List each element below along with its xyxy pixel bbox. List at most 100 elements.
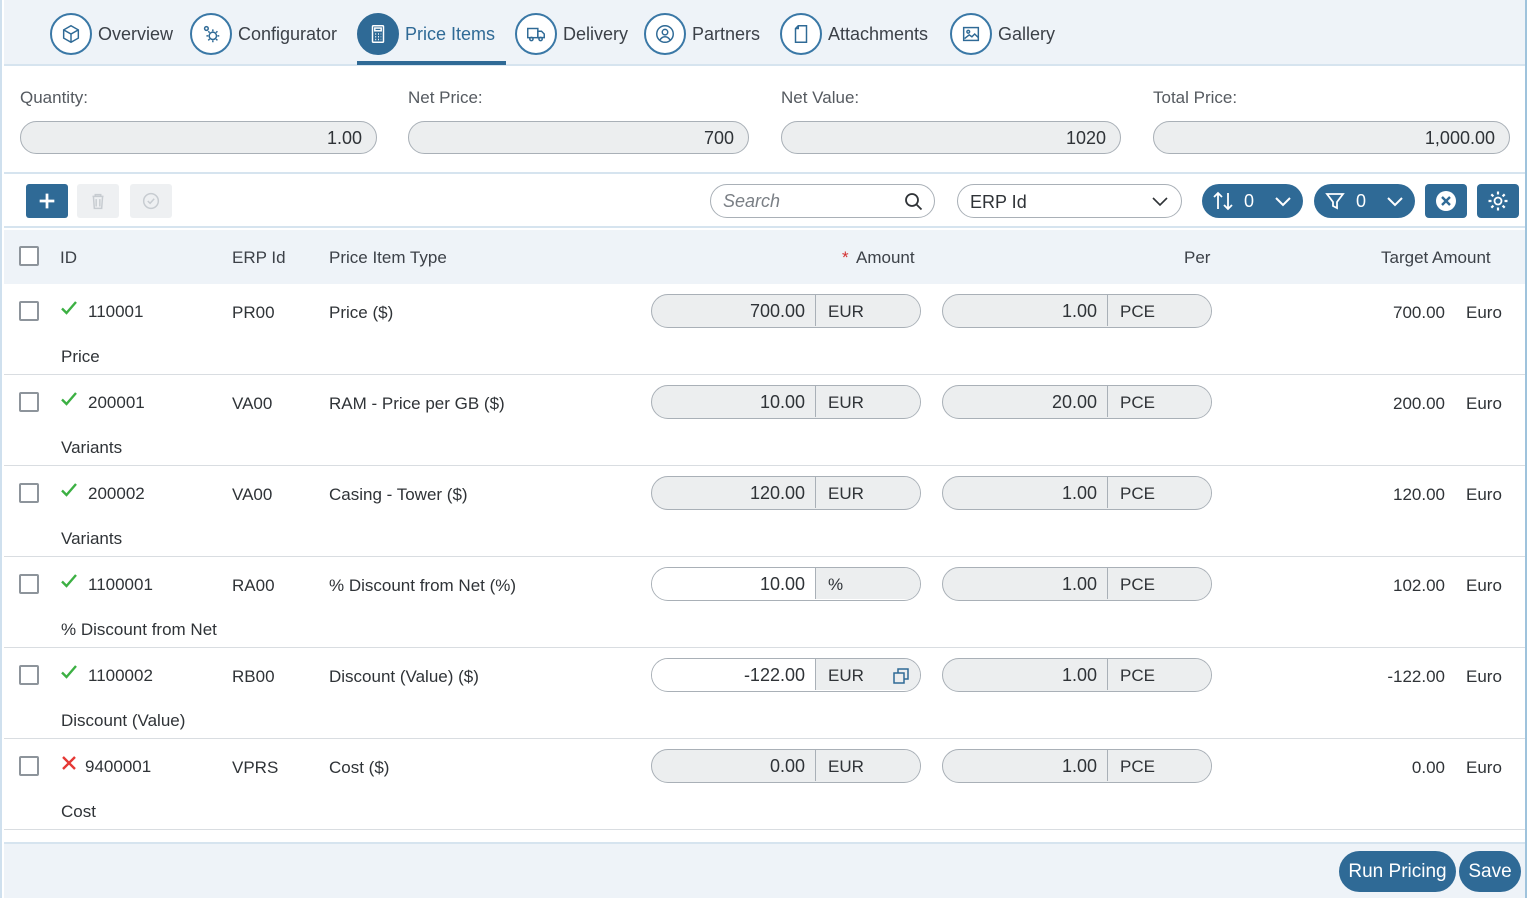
tab-attachments[interactable]: Attachments <box>780 13 928 55</box>
row-checkbox[interactable] <box>19 665 39 685</box>
row-checkbox[interactable] <box>19 301 39 321</box>
row-category: Variants <box>61 438 123 457</box>
quantity-label: Quantity: <box>20 88 89 107</box>
amount-value[interactable]: 10.00 <box>652 568 816 599</box>
row-checkbox[interactable] <box>19 756 39 776</box>
check-icon <box>60 481 78 499</box>
table-row[interactable]: 1100001 RA00 % Discount from Net (%) % Disc… <box>4 557 1525 648</box>
amount-input[interactable]: 0.00 EUR <box>651 749 921 783</box>
filter-button[interactable]: 0 <box>1314 184 1415 218</box>
search-box[interactable] <box>710 184 935 218</box>
amount-unit[interactable]: EUR <box>816 386 920 417</box>
price-items-panel: Overview Configurator Price Items Delive… <box>0 0 1527 898</box>
amount-unit[interactable]: EUR <box>816 477 920 508</box>
net-value-field: Net Value: 1020 <box>781 88 1121 154</box>
search-field-value: ERP Id <box>970 192 1027 212</box>
column-header-erp-id[interactable]: ERP Id <box>232 248 286 268</box>
column-header-per[interactable]: Per <box>1184 248 1210 268</box>
per-value[interactable]: 1.00 <box>943 659 1108 690</box>
column-header-price-item-type[interactable]: Price Item Type <box>329 248 447 268</box>
search-icon[interactable] <box>904 192 924 212</box>
amount-value[interactable]: -122.00 <box>652 659 816 690</box>
tab-label: Partners <box>692 23 761 44</box>
select-all-checkbox[interactable] <box>19 246 39 266</box>
run-pricing-button[interactable]: Run Pricing <box>1339 851 1456 892</box>
amount-unit[interactable]: % <box>816 568 920 599</box>
tab-delivery[interactable]: Delivery <box>515 13 628 55</box>
per-unit[interactable]: PCE <box>1108 477 1211 508</box>
tab-partners[interactable]: Partners <box>644 13 760 55</box>
amount-input[interactable]: 700.00 EUR <box>651 294 921 328</box>
per-input[interactable]: 1.00 PCE <box>942 294 1212 328</box>
filter-count: 0 <box>1356 190 1367 211</box>
validate-button[interactable] <box>130 184 172 218</box>
per-unit[interactable]: PCE <box>1108 386 1211 417</box>
gear-icon <box>1488 191 1508 211</box>
per-unit[interactable]: PCE <box>1108 568 1211 599</box>
save-button[interactable]: Save <box>1459 851 1521 892</box>
column-header-target-amount[interactable]: Target Amount <box>1381 248 1491 268</box>
amount-value[interactable]: 10.00 <box>652 386 816 417</box>
row-price-item-type: Casing - Tower ($) <box>329 485 468 504</box>
chevron-down-icon <box>1152 197 1168 207</box>
per-unit[interactable]: PCE <box>1108 295 1211 326</box>
per-unit[interactable]: PCE <box>1108 750 1211 781</box>
row-checkbox[interactable] <box>19 483 39 503</box>
table-header: ID ERP Id Price Item Type * Amount Per T… <box>4 230 1525 284</box>
row-category: Cost <box>61 802 96 821</box>
column-header-id[interactable]: ID <box>60 248 77 268</box>
per-value[interactable]: 20.00 <box>943 386 1108 417</box>
add-button[interactable] <box>26 184 68 218</box>
copy-icon[interactable] <box>892 667 910 685</box>
amount-input[interactable]: 10.00 EUR <box>651 385 921 419</box>
row-currency: Euro <box>1466 576 1502 595</box>
table-row[interactable]: 1100002 RB00 Discount (Value) ($) Discount … <box>4 648 1525 739</box>
amount-unit[interactable]: EUR <box>816 295 920 326</box>
user-circle-icon <box>644 13 686 55</box>
amount-input[interactable]: -122.00 EUR <box>651 658 921 692</box>
per-input[interactable]: 1.00 PCE <box>942 749 1212 783</box>
amount-value[interactable]: 120.00 <box>652 477 816 508</box>
row-category: % Discount from Net <box>61 620 217 639</box>
search-field-select[interactable]: ERP Id <box>957 184 1182 218</box>
delete-button[interactable] <box>77 184 119 218</box>
column-header-amount[interactable]: Amount <box>856 248 915 268</box>
per-value[interactable]: 1.00 <box>943 477 1108 508</box>
table-row[interactable]: 110001 PR00 Price ($) Price 700.00 EUR 1.00 PCE… <box>4 284 1525 375</box>
net-price-value: 700 <box>408 121 749 154</box>
sort-button[interactable]: 0 <box>1202 184 1303 218</box>
table-row[interactable]: 9400001 VPRS Cost ($) Cost 0.00 EUR 1.00 PCE 0.0… <box>4 739 1525 830</box>
calculator-icon <box>357 13 399 55</box>
per-input[interactable]: 1.00 PCE <box>942 476 1212 510</box>
table-row[interactable]: 200001 VA00 RAM - Price per GB ($) Variants… <box>4 375 1525 466</box>
tab-overview[interactable]: Overview <box>50 13 173 55</box>
per-unit[interactable]: PCE <box>1108 659 1211 690</box>
tab-configurator[interactable]: Configurator <box>190 13 337 55</box>
settings-button[interactable] <box>1477 184 1519 218</box>
active-tab-indicator <box>357 61 506 65</box>
tab-price-items[interactable]: Price Items <box>357 13 495 55</box>
sort-icon <box>1213 191 1233 211</box>
check-icon <box>60 390 78 408</box>
tab-gallery[interactable]: Gallery <box>950 13 1055 55</box>
amount-value[interactable]: 700.00 <box>652 295 816 326</box>
amount-input[interactable]: 120.00 EUR <box>651 476 921 510</box>
amount-input[interactable]: 10.00% <box>651 567 921 601</box>
per-value[interactable]: 1.00 <box>943 568 1108 599</box>
row-checkbox[interactable] <box>19 574 39 594</box>
amount-unit[interactable]: EUR <box>816 750 920 781</box>
row-checkbox[interactable] <box>19 392 39 412</box>
row-currency: Euro <box>1466 485 1502 504</box>
table-row[interactable]: 200002 VA00 Casing - Tower ($) Variants 120.… <box>4 466 1525 557</box>
per-value[interactable]: 1.00 <box>943 295 1108 326</box>
search-input[interactable] <box>723 190 893 212</box>
per-input[interactable]: 20.00 PCE <box>942 385 1212 419</box>
row-id: 1100002 <box>88 666 153 685</box>
row-currency: Euro <box>1466 758 1502 777</box>
amount-value[interactable]: 0.00 <box>652 750 816 781</box>
per-value[interactable]: 1.00 <box>943 750 1108 781</box>
per-input[interactable]: 1.00 PCE <box>942 567 1212 601</box>
per-input[interactable]: 1.00 PCE <box>942 658 1212 692</box>
clear-filters-button[interactable] <box>1425 184 1467 218</box>
tab-bar: Overview Configurator Price Items Delive… <box>4 0 1525 66</box>
